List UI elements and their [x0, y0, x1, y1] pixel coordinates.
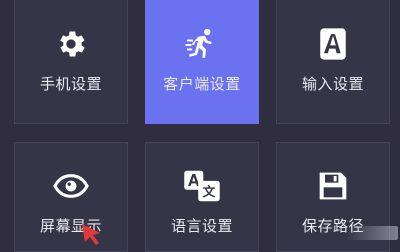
gear-icon	[52, 25, 90, 63]
tile-client-settings[interactable]: 客户端设置	[145, 0, 259, 124]
keyboard-a-icon	[314, 25, 352, 63]
tile-label: 手机设置	[39, 75, 102, 93]
translate-icon: 文	[183, 167, 221, 205]
tile-label: 语言设置	[170, 217, 233, 235]
tile-label: 客户端设置	[163, 75, 241, 93]
tile-language-settings[interactable]: 文 语言设置	[145, 142, 259, 252]
watermark	[346, 226, 398, 240]
tile-label: 输入设置	[301, 75, 364, 93]
tile-phone-settings[interactable]: 手机设置	[14, 0, 128, 124]
save-floppy-icon	[314, 167, 352, 205]
settings-grid: 手机设置 客户端设置 输入设置 屏幕显示 文 语言设置 保存路径	[0, 0, 400, 252]
running-person-icon	[183, 25, 221, 63]
svg-text:文: 文	[203, 184, 216, 199]
tile-label: 屏幕显示	[39, 217, 102, 235]
tile-screen-display[interactable]: 屏幕显示	[14, 142, 128, 252]
tile-input-settings[interactable]: 输入设置	[276, 0, 390, 124]
eye-icon	[52, 167, 90, 205]
